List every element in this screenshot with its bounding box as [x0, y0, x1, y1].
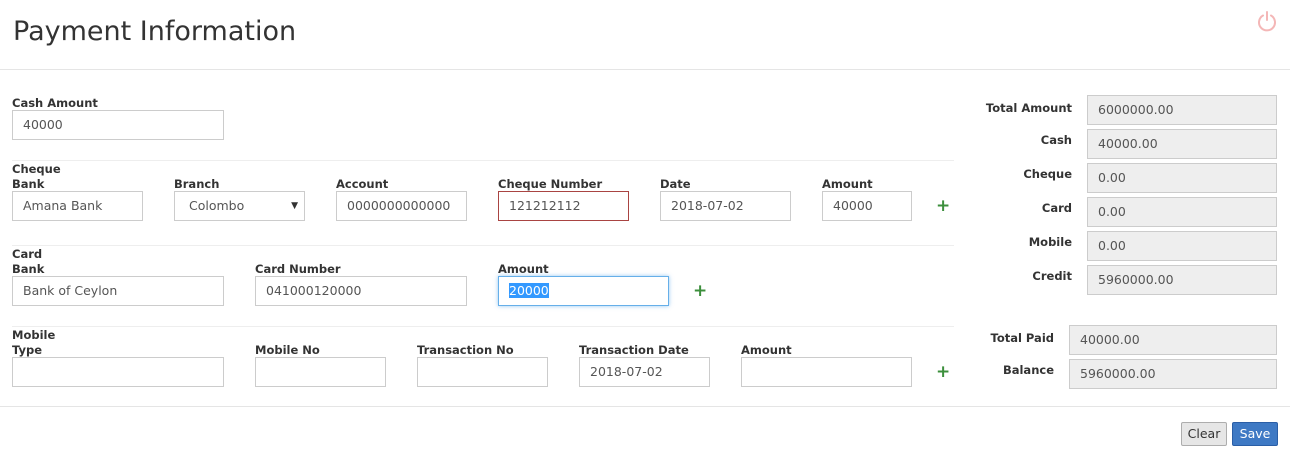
- page-title: Payment Information: [13, 16, 297, 47]
- mobile-type-label: Type: [12, 343, 43, 357]
- summary-credit-label: Credit: [1032, 269, 1072, 283]
- add-card-icon[interactable]: +: [693, 283, 707, 300]
- card-section-label: Card: [12, 247, 43, 261]
- balance-field: 5960000.00: [1069, 359, 1277, 389]
- power-icon[interactable]: [1256, 10, 1278, 32]
- cheque-date-input[interactable]: 2018-07-02: [660, 191, 791, 221]
- clear-button[interactable]: Clear: [1181, 422, 1227, 446]
- cheque-account-input[interactable]: 0000000000000: [336, 191, 467, 221]
- cash-amount-input[interactable]: 40000: [12, 110, 224, 140]
- cheque-bank-input[interactable]: Amana Bank: [12, 191, 143, 221]
- save-button[interactable]: Save: [1232, 422, 1278, 446]
- add-cheque-icon[interactable]: +: [936, 198, 950, 215]
- cheque-divider: [12, 245, 954, 246]
- cheque-branch-value: Colombo: [189, 198, 245, 213]
- mobile-no-input[interactable]: [255, 357, 386, 387]
- cheque-bank-label: Bank: [12, 177, 45, 191]
- cash-amount-label: Cash Amount: [12, 96, 98, 110]
- header-divider: [0, 69, 1290, 70]
- summary-cheque-field: 0.00: [1087, 163, 1277, 193]
- total-amount-field: 6000000.00: [1087, 95, 1277, 125]
- cheque-amount-input[interactable]: 40000: [822, 191, 912, 221]
- summary-card-label: Card: [1041, 201, 1072, 215]
- card-divider: [12, 326, 954, 327]
- cheque-branch-select[interactable]: Colombo ▼: [174, 191, 305, 221]
- cheque-number-label: Cheque Number: [498, 177, 603, 191]
- transaction-no-input[interactable]: [417, 357, 548, 387]
- card-bank-label: Bank: [12, 262, 45, 276]
- card-number-input[interactable]: 041000120000: [255, 276, 467, 306]
- summary-card-field: 0.00: [1087, 197, 1277, 227]
- card-amount-value: 20000: [509, 283, 549, 298]
- cheque-amount-label: Amount: [822, 177, 873, 191]
- cheque-section-label: Cheque: [12, 162, 61, 176]
- transaction-date-input[interactable]: 2018-07-02: [579, 357, 710, 387]
- add-mobile-icon[interactable]: +: [936, 364, 950, 381]
- card-amount-input[interactable]: 20000: [498, 276, 669, 306]
- summary-mobile-field: 0.00: [1087, 231, 1277, 261]
- summary-mobile-label: Mobile: [1028, 235, 1072, 249]
- cheque-branch-label: Branch: [174, 177, 220, 191]
- chevron-down-icon: ▼: [291, 201, 298, 211]
- summary-cash-field: 40000.00: [1087, 129, 1277, 159]
- total-paid-label: Total Paid: [990, 331, 1054, 345]
- footer-divider: [0, 406, 1290, 407]
- total-amount-label: Total Amount: [985, 101, 1072, 115]
- mobile-type-input[interactable]: [12, 357, 224, 387]
- cheque-number-input[interactable]: 121212112: [498, 191, 629, 221]
- cheque-account-label: Account: [336, 177, 389, 191]
- cheque-date-label: Date: [660, 177, 691, 191]
- card-bank-input[interactable]: Bank of Ceylon: [12, 276, 224, 306]
- mobile-amount-input[interactable]: [741, 357, 912, 387]
- total-paid-field: 40000.00: [1069, 325, 1277, 355]
- mobile-no-label: Mobile No: [255, 343, 320, 357]
- summary-cheque-label: Cheque: [1023, 167, 1072, 181]
- mobile-section-label: Mobile: [12, 328, 56, 342]
- transaction-no-label: Transaction No: [417, 343, 514, 357]
- cash-divider: [12, 160, 954, 161]
- balance-label: Balance: [1002, 363, 1054, 377]
- card-number-label: Card Number: [255, 262, 341, 276]
- summary-cash-label: Cash: [1040, 133, 1072, 147]
- summary-credit-field: 5960000.00: [1087, 265, 1277, 295]
- transaction-date-label: Transaction Date: [579, 343, 689, 357]
- card-amount-label: Amount: [498, 262, 549, 276]
- mobile-amount-label: Amount: [741, 343, 792, 357]
